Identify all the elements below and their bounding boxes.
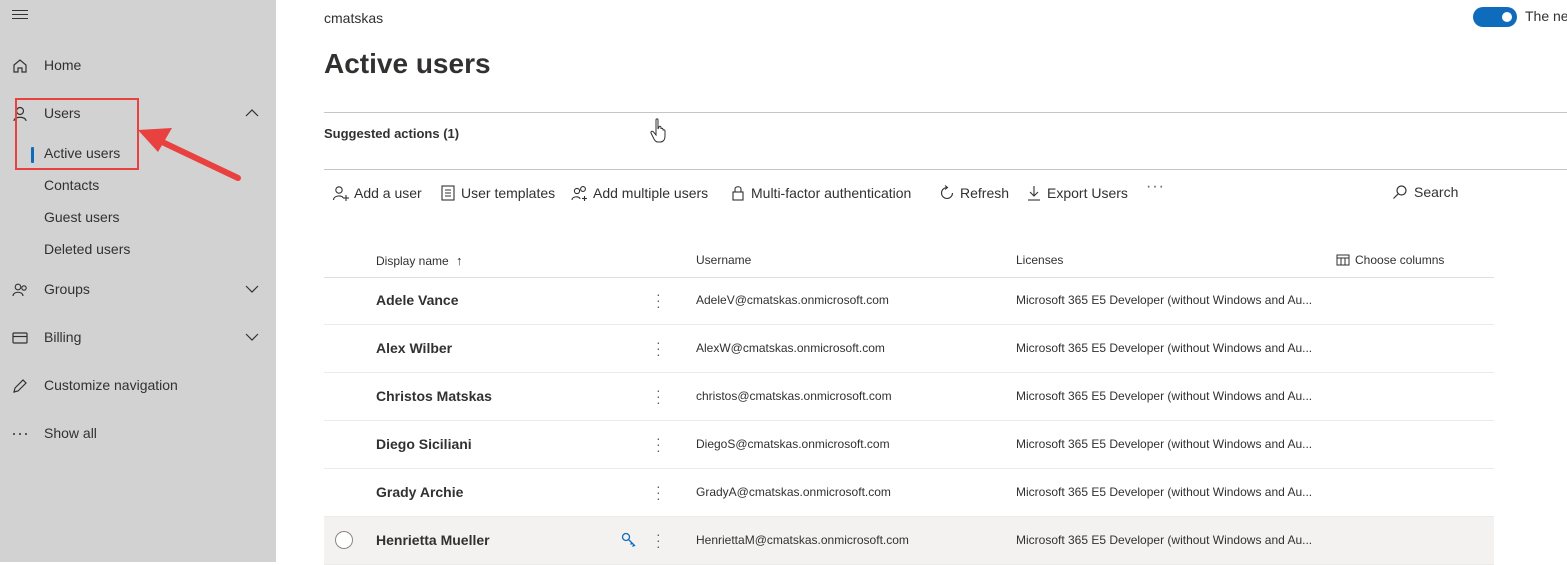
search-button[interactable]: Search — [1392, 184, 1458, 200]
search-label: Search — [1414, 184, 1459, 200]
left-nav: Home Users Active users Contacts Guest u… — [0, 0, 276, 562]
add-user-label: Add a user — [354, 185, 422, 201]
refresh-label: Refresh — [960, 185, 1010, 201]
toggle-knob — [1502, 12, 1512, 22]
user-username: christos@cmatskas.onmicrosoft.com — [696, 389, 892, 403]
divider — [324, 112, 1567, 113]
page-title: Active users — [324, 48, 491, 79]
row-more-options-icon[interactable]: · · · — [656, 479, 661, 505]
nav-label-customize: Customize navigation — [44, 377, 178, 393]
table-row[interactable]: Adele Vance · · · AdeleV@cmatskas.onmicros… — [324, 277, 1494, 325]
nav-item-billing[interactable]: Billing — [0, 321, 276, 353]
user-username: GradyA@cmatskas.onmicrosoft.com — [696, 485, 891, 499]
sort-ascending-icon: ↑ — [456, 253, 463, 268]
new-admin-center-toggle[interactable] — [1473, 7, 1517, 27]
chevron-down-icon[interactable] — [244, 330, 260, 344]
nav-item-customize-navigation[interactable]: Customize navigation — [0, 369, 276, 401]
download-icon — [1028, 186, 1040, 201]
user-username: DiegoS@cmatskas.onmicrosoft.com — [696, 437, 890, 451]
nav-label-home: Home — [44, 57, 82, 73]
display-name-header-label: Display name — [376, 254, 449, 268]
table-row[interactable]: Alex Wilber · · · AlexW@cmatskas.onmicroso… — [324, 325, 1494, 373]
row-more-options-icon[interactable]: · · · — [656, 431, 661, 457]
nav-label-billing: Billing — [44, 329, 82, 345]
divider — [324, 169, 1567, 170]
refresh-icon — [940, 185, 954, 200]
row-more-options-icon[interactable]: · · · — [656, 527, 661, 553]
user-license: Microsoft 365 E5 Developer (without Wind… — [1016, 485, 1313, 499]
sub-label-contacts: Contacts — [44, 177, 100, 193]
toggle-label: The ne — [1525, 8, 1567, 24]
main-content: cmatskas The ne Active users Suggested a… — [276, 0, 1567, 565]
pencil-icon — [13, 379, 27, 393]
sub-label-deleted-users: Deleted users — [44, 241, 131, 257]
user-templates-button[interactable]: User templates — [439, 182, 555, 204]
document-icon — [441, 185, 455, 201]
export-users-label: Export Users — [1047, 185, 1128, 201]
add-user-button[interactable]: Add a user — [332, 182, 422, 204]
row-more-options-icon[interactable]: · · · — [656, 383, 661, 409]
hand-cursor-icon — [650, 118, 666, 143]
sidebar-item-guest-users[interactable]: Guest users — [0, 202, 276, 232]
add-person-icon — [332, 186, 349, 201]
add-people-icon — [571, 186, 587, 201]
more-actions-button[interactable]: ··· — [1146, 178, 1165, 196]
user-display-name[interactable]: Adele Vance — [376, 292, 459, 308]
chevron-down-icon[interactable] — [244, 282, 260, 296]
add-multiple-users-label: Add multiple users — [593, 185, 709, 201]
export-users-button[interactable]: Export Users — [1025, 182, 1128, 204]
search-icon — [1393, 185, 1407, 199]
table-row[interactable]: Henrietta Mueller · · · HenriettaM@cmatska… — [324, 517, 1494, 565]
chevron-up-icon[interactable] — [244, 106, 260, 120]
user-license: Microsoft 365 E5 Developer (without Wind… — [1016, 389, 1313, 403]
mfa-label: Multi-factor authentication — [751, 185, 912, 201]
hamburger-menu-icon[interactable] — [12, 10, 28, 24]
table-row[interactable]: Grady Archie · · · GradyA@cmatskas.onmicro… — [324, 469, 1494, 517]
column-header-username[interactable]: Username — [696, 253, 751, 267]
suggested-actions[interactable]: Suggested actions (1) — [324, 126, 459, 141]
user-license: Microsoft 365 E5 Developer (without Wind… — [1016, 533, 1313, 547]
user-display-name[interactable]: Christos Matskas — [376, 388, 492, 404]
row-select-radio[interactable] — [335, 531, 353, 549]
user-username: AlexW@cmatskas.onmicrosoft.com — [696, 341, 885, 355]
tenant-name: cmatskas — [324, 10, 384, 26]
user-display-name[interactable]: Alex Wilber — [376, 340, 452, 356]
row-more-options-icon[interactable]: · · · — [656, 287, 661, 313]
sub-label-guest-users: Guest users — [44, 209, 120, 225]
nav-item-show-all[interactable]: Show all — [0, 417, 276, 449]
columns-icon — [1336, 254, 1350, 266]
nav-item-groups[interactable]: Groups — [0, 273, 276, 305]
user-username: HenriettaM@cmatskas.onmicrosoft.com — [696, 533, 909, 547]
table-row[interactable]: Diego Siciliani · · · DiegoS@cmatskas.onmi… — [324, 421, 1494, 469]
column-header-licenses[interactable]: Licenses — [1016, 253, 1063, 267]
home-icon — [13, 59, 27, 73]
ellipsis-icon — [13, 433, 27, 435]
annotation-highlight-box — [15, 98, 139, 170]
mfa-button[interactable]: Multi-factor authentication — [729, 182, 911, 204]
annotation-arrow-icon — [138, 128, 241, 181]
refresh-button[interactable]: Refresh — [938, 182, 1009, 204]
user-display-name[interactable]: Henrietta Mueller — [376, 532, 490, 548]
column-header-display-name[interactable]: Display name ↑ — [376, 253, 463, 268]
user-license: Microsoft 365 E5 Developer (without Wind… — [1016, 293, 1313, 307]
choose-columns-button[interactable]: Choose columns — [1336, 253, 1444, 267]
people-icon — [12, 283, 27, 297]
reset-password-key-icon[interactable] — [620, 531, 638, 549]
nav-label-groups: Groups — [44, 281, 90, 297]
user-display-name[interactable]: Diego Siciliani — [376, 436, 472, 452]
table-row[interactable]: Christos Matskas · · · christos@cmatskas.o… — [324, 373, 1494, 421]
choose-columns-label: Choose columns — [1355, 253, 1445, 267]
nav-label-show-all: Show all — [44, 425, 97, 441]
credit-card-icon — [12, 332, 28, 344]
user-license: Microsoft 365 E5 Developer (without Wind… — [1016, 341, 1313, 355]
add-multiple-users-button[interactable]: Add multiple users — [571, 182, 708, 204]
user-license: Microsoft 365 E5 Developer (without Wind… — [1016, 437, 1313, 451]
lock-icon — [732, 186, 744, 201]
user-templates-label: User templates — [461, 185, 556, 201]
row-more-options-icon[interactable]: · · · — [656, 335, 661, 361]
user-display-name[interactable]: Grady Archie — [376, 484, 463, 500]
sidebar-item-deleted-users[interactable]: Deleted users — [0, 234, 276, 264]
nav-item-home[interactable]: Home — [0, 49, 276, 81]
user-username: AdeleV@cmatskas.onmicrosoft.com — [696, 293, 889, 307]
